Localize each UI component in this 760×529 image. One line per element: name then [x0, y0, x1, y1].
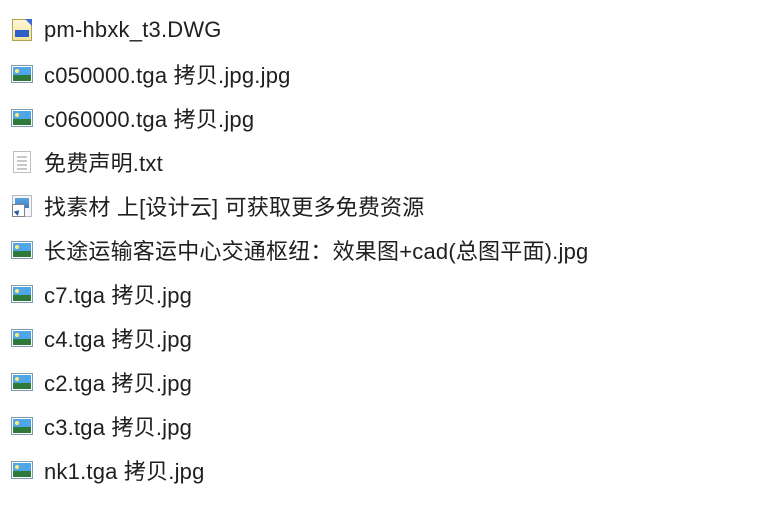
image-file-icon — [10, 458, 34, 482]
shortcut-icon — [10, 194, 34, 218]
list-item[interactable]: c4.tga 拷贝.jpg — [4, 316, 756, 360]
file-name-label: c7.tga 拷贝.jpg — [44, 278, 192, 310]
list-item[interactable]: c3.tga 拷贝.jpg — [4, 404, 756, 448]
file-name-label: 找素材 上[设计云] 可获取更多免费资源 — [44, 190, 424, 222]
list-item[interactable]: nk1.tga 拷贝.jpg — [4, 448, 756, 492]
file-name-label: 免费声明.txt — [44, 146, 163, 178]
file-name-label: c3.tga 拷贝.jpg — [44, 410, 192, 442]
image-file-icon — [10, 414, 34, 438]
list-item[interactable]: 找素材 上[设计云] 可获取更多免费资源 — [4, 184, 756, 228]
list-item[interactable]: pm-hbxk_t3.DWG — [4, 8, 756, 52]
file-name-label: c2.tga 拷贝.jpg — [44, 366, 192, 398]
file-name-label: 长途运输客运中心交通枢纽：效果图+cad(总图平面).jpg — [44, 234, 588, 266]
list-item[interactable]: 长途运输客运中心交通枢纽：效果图+cad(总图平面).jpg — [4, 228, 756, 272]
image-file-icon — [10, 282, 34, 306]
file-list: pm-hbxk_t3.DWG c050000.tga 拷贝.jpg.jpg c0… — [4, 8, 756, 492]
list-item[interactable]: c2.tga 拷贝.jpg — [4, 360, 756, 404]
text-file-icon — [10, 150, 34, 174]
image-file-icon — [10, 106, 34, 130]
list-item[interactable]: 免费声明.txt — [4, 140, 756, 184]
list-item[interactable]: c060000.tga 拷贝.jpg — [4, 96, 756, 140]
file-name-label: pm-hbxk_t3.DWG — [44, 17, 222, 43]
dwg-file-icon — [10, 18, 34, 42]
file-name-label: c060000.tga 拷贝.jpg — [44, 102, 254, 134]
image-file-icon — [10, 62, 34, 86]
file-name-label: nk1.tga 拷贝.jpg — [44, 454, 205, 486]
image-file-icon — [10, 370, 34, 394]
file-name-label: c4.tga 拷贝.jpg — [44, 322, 192, 354]
file-name-label: c050000.tga 拷贝.jpg.jpg — [44, 58, 291, 90]
list-item[interactable]: c050000.tga 拷贝.jpg.jpg — [4, 52, 756, 96]
image-file-icon — [10, 326, 34, 350]
list-item[interactable]: c7.tga 拷贝.jpg — [4, 272, 756, 316]
image-file-icon — [10, 238, 34, 262]
